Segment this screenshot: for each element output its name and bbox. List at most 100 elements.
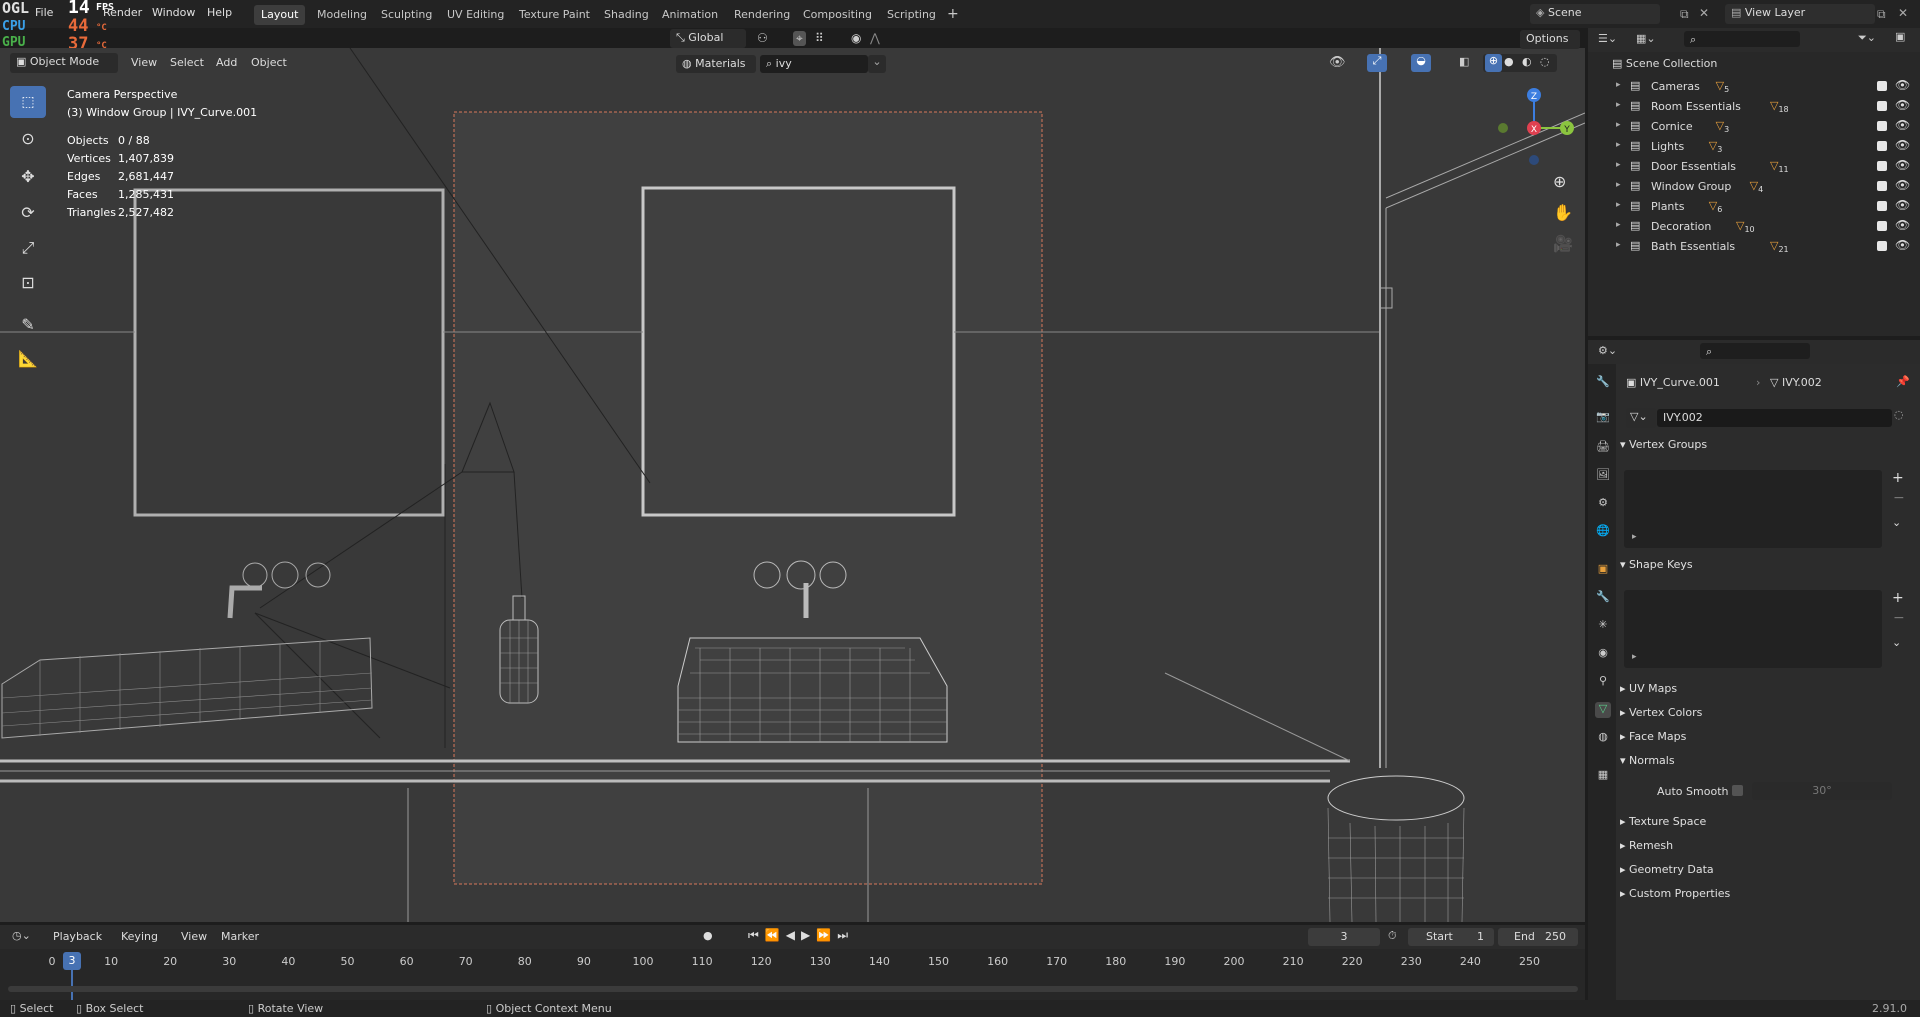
remesh-panel-header[interactable]: ▸ Remesh bbox=[1620, 839, 1914, 861]
gizmo-toggle-icon[interactable]: ⤢ bbox=[1367, 54, 1387, 72]
eye-icon[interactable]: 👁 bbox=[1895, 178, 1910, 192]
outliner-search-input[interactable]: ⌕ bbox=[1684, 31, 1800, 47]
texture-tab-icon[interactable]: ▦ bbox=[1595, 768, 1611, 784]
auto-smooth-checkbox[interactable] bbox=[1732, 785, 1743, 796]
mode-selector[interactable]: ▣ Object Mode bbox=[10, 53, 118, 73]
expand-arrow-icon[interactable]: ▸ bbox=[1616, 160, 1621, 170]
tab-sculpting[interactable]: Sculpting bbox=[374, 5, 439, 25]
select-box-tool-icon[interactable]: ⬚ bbox=[10, 86, 46, 118]
eye-icon[interactable]: 👁 bbox=[1895, 158, 1910, 172]
outliner-row[interactable]: ▸ ▤ Cameras ▽5 👁 bbox=[1588, 77, 1920, 97]
record-icon[interactable]: ● bbox=[703, 929, 713, 942]
material-shading-icon[interactable]: ◐ bbox=[1522, 55, 1532, 68]
menu-help[interactable]: Help bbox=[207, 6, 232, 19]
jump-end-icon[interactable]: ⏭ bbox=[837, 928, 854, 942]
output-tab-icon[interactable]: 🖨 bbox=[1595, 440, 1611, 456]
3d-viewport[interactable] bbox=[0, 48, 1585, 922]
modifier-tab-icon[interactable]: 🔧 bbox=[1595, 590, 1611, 606]
preview-range-icon[interactable]: ⏱ bbox=[1388, 929, 1397, 943]
xray-icon[interactable]: ◧ bbox=[1459, 55, 1469, 68]
tab-layout[interactable]: Layout bbox=[254, 5, 306, 25]
outliner-row[interactable]: ▸ ▤ Room Essentials ▽18 👁 bbox=[1588, 97, 1920, 117]
pin-icon[interactable]: 📌 bbox=[1896, 375, 1910, 388]
eye-icon[interactable]: 👁 bbox=[1895, 238, 1910, 252]
proportional-edit-icon[interactable]: ◉ bbox=[851, 31, 861, 45]
overlay-toggle-icon[interactable]: ◒ bbox=[1411, 54, 1431, 72]
expand-arrow-icon[interactable]: ▸ bbox=[1616, 180, 1621, 190]
normals-panel-header[interactable]: ▾ Normals bbox=[1620, 754, 1914, 776]
marker-menu[interactable]: Marker bbox=[221, 930, 259, 943]
annotate-tool-icon[interactable]: ✎ bbox=[8, 308, 48, 340]
tab-modeling[interactable]: Modeling bbox=[310, 5, 374, 25]
viewport-menu-select[interactable]: Select bbox=[170, 56, 204, 73]
properties-search-input[interactable]: ⌕ bbox=[1700, 343, 1810, 359]
timeline-view-menu[interactable]: View bbox=[181, 930, 207, 943]
vertex-colors-panel-header[interactable]: ▸ Vertex Colors bbox=[1620, 706, 1914, 728]
outliner-editor-type-icon[interactable]: ☰⌄ bbox=[1598, 32, 1617, 45]
face-maps-panel-header[interactable]: ▸ Face Maps bbox=[1620, 730, 1914, 752]
outliner-row[interactable]: ▸ ▤ Lights ▽3 👁 bbox=[1588, 137, 1920, 157]
render-tab-icon[interactable]: 📷 bbox=[1595, 410, 1611, 426]
view-layer-copy-icon[interactable]: ⧉ bbox=[1877, 7, 1886, 22]
view-layer-close-icon[interactable]: ✕ bbox=[1898, 6, 1908, 20]
expand-arrow-icon[interactable]: ▸ bbox=[1616, 240, 1621, 250]
outliner-row[interactable]: ▸ ▤ Window Group ▽4 👁 bbox=[1588, 177, 1920, 197]
zoom-icon[interactable]: ⊕ bbox=[1553, 172, 1566, 191]
play-reverse-icon[interactable]: ◀ bbox=[786, 928, 801, 942]
expand-arrow-icon[interactable]: ▸ bbox=[1616, 120, 1621, 130]
expand-arrow-icon[interactable]: ▸ bbox=[1616, 220, 1621, 230]
play-icon[interactable]: ▶ bbox=[801, 928, 816, 942]
falloff-icon[interactable]: ⋀ bbox=[870, 31, 880, 45]
current-frame-field[interactable]: 3 bbox=[1308, 928, 1380, 946]
fake-user-icon[interactable]: ◌ bbox=[1894, 408, 1904, 421]
pivot-point-icon[interactable]: ⚇ bbox=[757, 31, 768, 45]
playback-menu[interactable]: Playback bbox=[53, 930, 102, 943]
eye-icon[interactable]: 👁 bbox=[1895, 218, 1910, 232]
shape-key-menu-icon[interactable]: ⌄ bbox=[1892, 636, 1901, 649]
world-tab-icon[interactable]: 🌐 bbox=[1595, 524, 1611, 540]
filter-icon[interactable]: ⏷⌄ bbox=[1858, 31, 1876, 45]
material-tab-icon[interactable]: ◍ bbox=[1595, 730, 1611, 746]
options-button[interactable]: Options bbox=[1520, 30, 1580, 49]
shape-key-add-icon[interactable]: + bbox=[1892, 590, 1904, 606]
properties-editor-type-icon[interactable]: ⚙⌄ bbox=[1598, 344, 1617, 357]
constraints-tab-icon[interactable]: ⚲ bbox=[1595, 674, 1611, 690]
cursor-tool-icon[interactable]: ⊙ bbox=[8, 122, 48, 154]
view-layer-selector[interactable]: ▤ View Layer bbox=[1725, 4, 1875, 24]
data-tab-icon[interactable]: ▽ bbox=[1595, 702, 1611, 718]
add-workspace-button[interactable]: + bbox=[940, 3, 966, 23]
exclude-checkbox[interactable] bbox=[1877, 221, 1887, 231]
outliner-row[interactable]: ▸ ▤ Door Essentials ▽11 👁 bbox=[1588, 157, 1920, 177]
tab-scripting[interactable]: Scripting bbox=[880, 5, 943, 25]
snap-icon[interactable]: ⌖ bbox=[793, 31, 806, 46]
expand-arrow-icon[interactable]: ▸ bbox=[1616, 80, 1621, 90]
visibility-icon[interactable]: 👁 bbox=[1329, 55, 1346, 70]
prev-keyframe-icon[interactable]: ⏪ bbox=[765, 928, 786, 942]
outliner-row[interactable]: ▸ ▤ Plants ▽6 👁 bbox=[1588, 197, 1920, 217]
timeline-scrollbar[interactable] bbox=[8, 986, 1578, 992]
wireframe-shading-icon[interactable]: ⊕ bbox=[1485, 54, 1502, 72]
navigation-gizmo[interactable]: Z X Y bbox=[1490, 82, 1580, 172]
auto-smooth-angle-field[interactable]: 30° bbox=[1752, 782, 1892, 800]
exclude-checkbox[interactable] bbox=[1877, 81, 1887, 91]
custom-properties-panel-header[interactable]: ▸ Custom Properties bbox=[1620, 887, 1914, 909]
uv-maps-panel-header[interactable]: ▸ UV Maps bbox=[1620, 682, 1914, 704]
material-filter-selector[interactable]: ◍ Materials bbox=[676, 55, 756, 73]
eye-icon[interactable]: 👁 bbox=[1895, 138, 1910, 152]
tab-uv-editing[interactable]: UV Editing bbox=[440, 5, 511, 25]
exclude-checkbox[interactable] bbox=[1877, 181, 1887, 191]
mesh-browse-icon[interactable]: ▽⌄ bbox=[1626, 408, 1656, 428]
search-dropdown-icon[interactable]: ⌄ bbox=[868, 55, 886, 73]
scale-tool-icon[interactable]: ⤢ bbox=[8, 232, 48, 264]
texture-space-panel-header[interactable]: ▸ Texture Space bbox=[1620, 815, 1914, 837]
transform-tool-icon[interactable]: ⊡ bbox=[8, 266, 48, 298]
shape-keys-panel-header[interactable]: ▾ Shape Keys bbox=[1620, 558, 1914, 580]
exclude-checkbox[interactable] bbox=[1877, 121, 1887, 131]
exclude-checkbox[interactable] bbox=[1877, 161, 1887, 171]
rotate-tool-icon[interactable]: ⟳ bbox=[8, 196, 48, 228]
tab-shading[interactable]: Shading bbox=[597, 5, 656, 25]
tab-rendering[interactable]: Rendering bbox=[727, 5, 797, 25]
scene-close-icon[interactable]: ✕ bbox=[1699, 6, 1709, 20]
new-collection-icon[interactable]: ▣ bbox=[1895, 30, 1905, 43]
solid-shading-icon[interactable]: ● bbox=[1504, 55, 1514, 68]
